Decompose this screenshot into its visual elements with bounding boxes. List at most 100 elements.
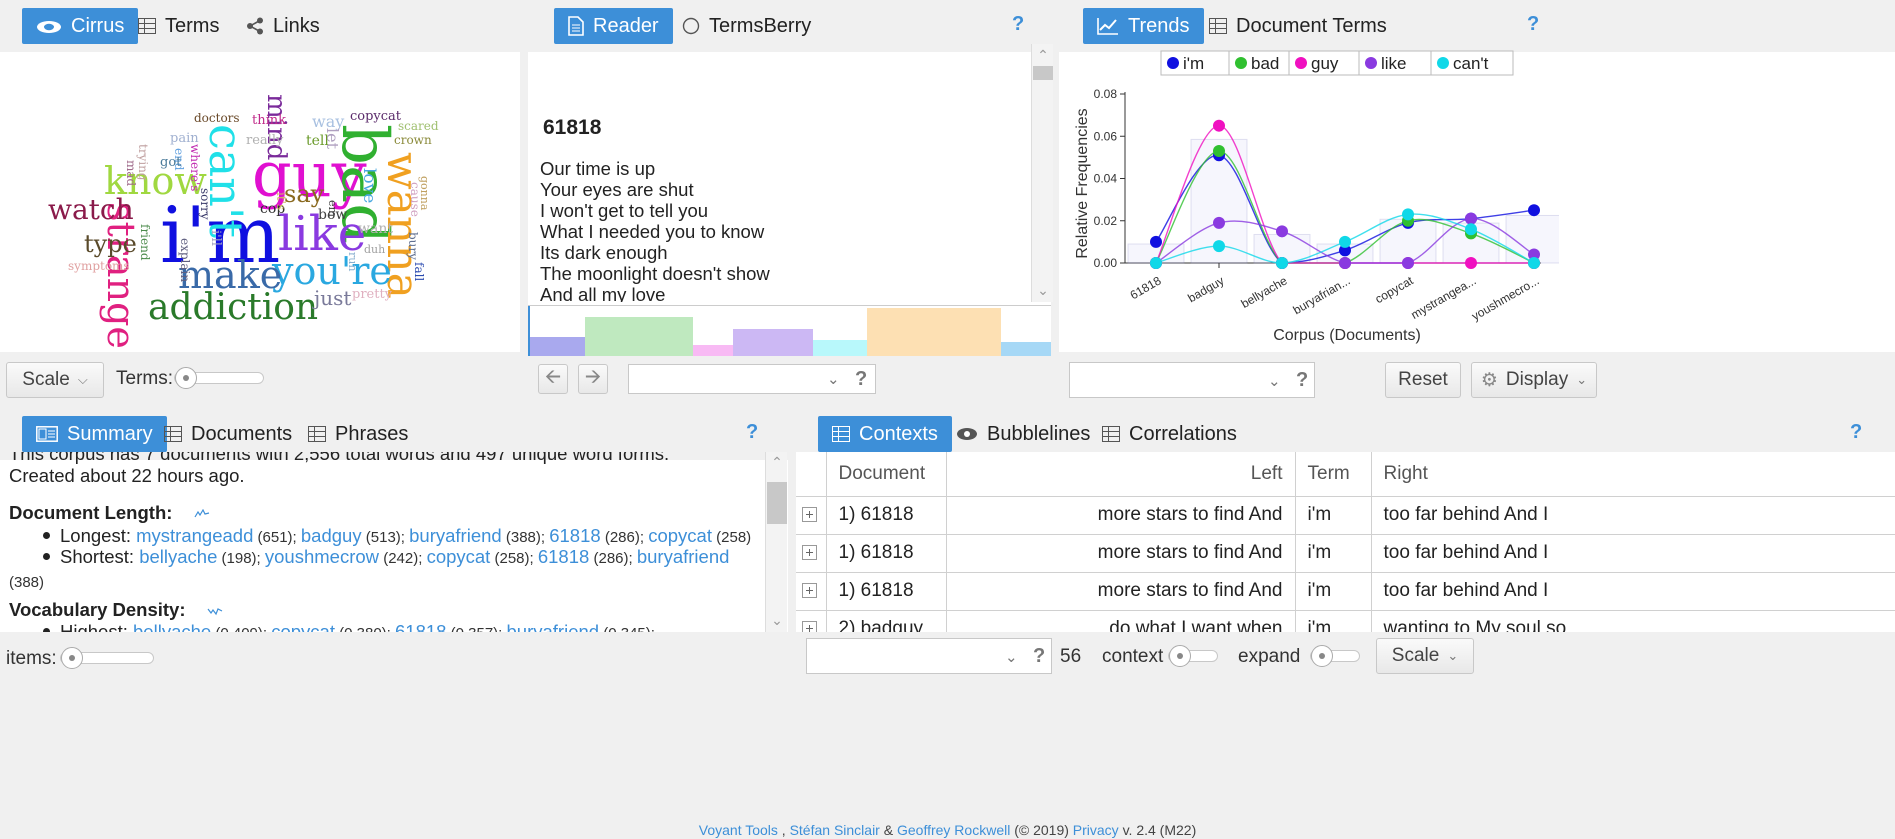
context-slider[interactable] [1168,645,1218,667]
privacy-link[interactable]: Privacy [1073,822,1119,838]
cloud-word[interactable]: symptoms [68,260,130,272]
cloud-word[interactable]: copycat [350,110,401,123]
cloud-word[interactable]: explain [178,238,192,282]
reader-position-cursor[interactable] [528,306,530,357]
tab-document-terms[interactable]: Document Terms [1195,8,1401,44]
cloud-word[interactable]: crown [394,134,432,146]
cloud-word[interactable]: friend [138,224,152,261]
tab-links[interactable]: Links [232,8,334,44]
display-button[interactable]: ⚙ Display ⌄ [1471,362,1597,398]
table-row[interactable]: 2) badguy do what I want when i'm wanting t… [796,610,1895,632]
scroll-down-icon[interactable]: ⌄ [1032,282,1054,299]
document-link[interactable]: copycat [648,525,712,546]
document-link[interactable]: buryafriend [409,525,502,546]
contexts-search-combo[interactable]: ⌄ ? [806,638,1052,674]
plus-icon[interactable] [802,507,817,523]
cloud-word[interactable]: just [314,288,351,308]
cloud-word[interactable]: where's [188,144,202,191]
document-position-bar[interactable] [528,305,1051,357]
cloud-word[interactable]: say [284,182,324,206]
tab-terms[interactable]: Terms [124,8,233,44]
cloud-word[interactable]: mad [124,160,138,186]
column-header-left[interactable]: Left [946,452,1296,497]
cloud-word[interactable]: watch [48,196,134,224]
document-link[interactable]: buryafriend [637,546,730,567]
table-row[interactable]: 1) 61818 more stars to find And i'm too far… [796,496,1895,535]
document-link[interactable]: 61818 [549,525,600,546]
document-segment[interactable] [867,308,1001,356]
tab-documents[interactable]: Documents [150,416,306,452]
document-link[interactable]: 61818 [395,621,446,632]
cloud-word[interactable]: can't [199,124,253,238]
cloud-word[interactable]: scared [398,120,439,132]
tab-contexts[interactable]: Contexts [818,416,952,452]
plus-icon[interactable] [802,621,817,632]
reader-search-combo[interactable]: ⌄ ? [628,364,876,394]
trends-search-combo[interactable]: ⌄ ? [1069,362,1315,398]
cloud-word[interactable]: bow [318,208,347,222]
document-link[interactable]: badguy [301,525,362,546]
cloud-word[interactable]: pretty [352,288,392,301]
summary-help-icon[interactable]: ? [746,421,758,444]
plus-icon[interactable] [802,583,817,599]
cloud-word[interactable]: let [323,128,342,149]
cloud-word[interactable]: want [358,222,393,236]
chevron-down-icon[interactable]: ⌄ [827,370,840,388]
terms-slider-knob[interactable] [175,367,197,389]
cloud-word[interactable]: type [84,232,137,256]
cloud-word[interactable]: duh [364,244,385,255]
reader-search-help-icon[interactable]: ? [855,368,867,391]
expand-row-icon[interactable] [796,534,827,573]
document-segment[interactable] [528,337,585,356]
reset-button[interactable]: Reset [1385,362,1461,398]
tab-trends[interactable]: Trends [1083,8,1204,44]
column-header-term[interactable]: Term [1295,452,1372,497]
scroll-up-icon[interactable]: ⌃ [1032,47,1054,64]
document-segment[interactable] [693,345,733,356]
contexts-search-help-icon[interactable]: ? [1033,645,1045,668]
scroll-down-icon[interactable]: ⌄ [766,612,788,629]
tab-bubblelines[interactable]: Bubblelines [942,416,1104,452]
cloud-word[interactable]: i'll [208,230,223,246]
cloud-word[interactable]: really [246,134,283,147]
expand-slider-knob[interactable] [1311,645,1333,667]
cloud-word[interactable]: got [160,156,181,169]
geoffrey-rockwell-link[interactable]: Geoffrey Rockwell [897,822,1010,838]
tab-phrases[interactable]: Phrases [294,416,422,452]
chevron-down-icon[interactable]: ⌄ [1268,372,1281,390]
document-link[interactable]: bellyache [139,546,217,567]
tab-reader[interactable]: Reader [554,8,673,44]
expand-row-icon[interactable] [796,572,827,611]
previous-button[interactable]: 🡨 [538,364,568,394]
chevron-down-icon[interactable]: ⌄ [1005,648,1018,666]
expand-row-icon[interactable] [796,610,827,632]
reader-help-icon[interactable]: ? [1012,13,1024,36]
document-segment[interactable] [585,317,693,356]
reader-scrollbar[interactable]: ⌃ ⌄ [1031,44,1053,302]
trends-help-icon[interactable]: ? [1527,13,1539,36]
context-slider-knob[interactable] [1169,645,1191,667]
document-link[interactable]: bellyache [133,621,211,632]
cloud-word[interactable]: bury [406,232,420,260]
summary-scroll-thumb[interactable] [767,482,787,524]
summary-scrollbar[interactable]: ⌃ ⌄ [765,452,787,632]
document-link[interactable]: 61818 [538,546,589,567]
cloud-word[interactable]: sorry [198,188,212,220]
cloud-word[interactable]: you're [272,252,392,290]
tab-correlations[interactable]: Correlations [1088,416,1251,452]
cloud-word[interactable]: trying [136,144,150,181]
items-slider[interactable] [60,647,154,669]
table-row[interactable]: 1) 61818 more stars to find And i'm too far… [796,534,1895,573]
next-button[interactable]: 🡪 [578,364,608,394]
scroll-up-icon[interactable]: ⌃ [766,454,788,471]
document-link[interactable]: buryafriend [507,621,600,632]
cloud-word[interactable]: run [346,252,359,271]
document-segment[interactable] [1001,342,1051,356]
terms-slider[interactable] [174,367,264,389]
column-header-right[interactable]: Right [1371,452,1895,497]
trends-search-help-icon[interactable]: ? [1296,369,1308,392]
document-segment[interactable] [733,329,813,356]
items-slider-knob[interactable] [61,647,83,669]
document-link[interactable]: mystrangeadd [136,525,253,546]
stefan-sinclair-link[interactable]: Stéfan Sinclair [790,822,880,838]
